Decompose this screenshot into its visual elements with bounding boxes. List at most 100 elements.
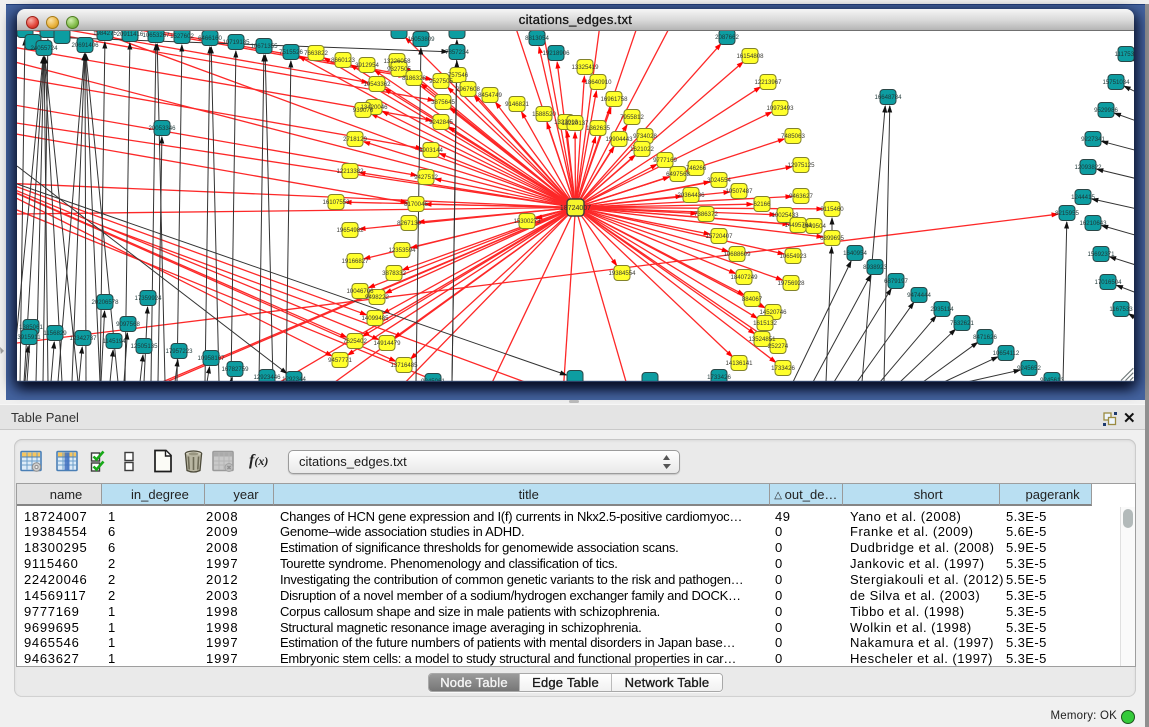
svg-text:2967608: 2967608 [456, 86, 480, 93]
svg-text:9227341: 9227341 [1081, 136, 1105, 143]
svg-text:18407249: 18407249 [730, 274, 758, 281]
svg-text:1984275: 1984275 [93, 31, 117, 37]
svg-text:8267130: 8267130 [397, 220, 421, 227]
svg-text:7632621: 7632621 [950, 320, 974, 327]
svg-text:12975125: 12975125 [787, 162, 815, 169]
svg-text:12213967: 12213967 [754, 79, 782, 86]
svg-text:9115460: 9115460 [820, 206, 844, 213]
svg-text:16053809: 16053809 [407, 36, 435, 43]
svg-text:24055724: 24055724 [30, 45, 58, 52]
svg-text:9245652: 9245652 [1017, 365, 1041, 372]
svg-text:3024554: 3024554 [707, 177, 731, 184]
svg-text:15751034: 15751034 [1102, 79, 1130, 86]
svg-text:8660123: 8660123 [331, 57, 355, 64]
svg-text:13220137: 13220137 [561, 120, 589, 127]
svg-text:9474444: 9474444 [907, 292, 931, 299]
svg-text:16961758: 16961758 [600, 96, 628, 103]
svg-text:17957223: 17957223 [165, 348, 193, 355]
svg-text:1615132: 1615132 [753, 320, 777, 327]
svg-text:6466160: 6466160 [198, 35, 222, 42]
svg-text:2935114: 2935114 [930, 306, 954, 313]
svg-text:20053346: 20053346 [148, 125, 176, 132]
svg-text:13716485: 13716485 [390, 362, 418, 369]
svg-text:8186328: 8186328 [402, 75, 426, 82]
svg-text:16648784: 16648784 [874, 94, 902, 101]
svg-text:9529986: 9529986 [1094, 107, 1118, 114]
svg-text:8813054: 8813054 [525, 35, 549, 42]
svg-text:14520746: 14520746 [759, 309, 787, 316]
svg-text:9777169: 9777169 [653, 157, 677, 164]
svg-text:10653267: 10653267 [142, 32, 170, 39]
svg-text:12093822: 12093822 [1074, 164, 1102, 171]
svg-text:16107553: 16107553 [322, 199, 350, 206]
svg-text:10025433: 10025433 [771, 212, 799, 219]
svg-text:6899695: 6899695 [820, 235, 844, 242]
svg-text:16210643: 16210643 [1079, 220, 1107, 227]
svg-text:14136141: 14136141 [725, 360, 753, 367]
svg-text:757546: 757546 [448, 72, 469, 79]
svg-text:19218906: 19218906 [542, 50, 570, 57]
svg-text:12505135: 12505135 [130, 343, 158, 350]
svg-text:884067: 884067 [742, 296, 763, 303]
svg-text:19654982: 19654982 [336, 227, 364, 234]
svg-text:10958107: 10958107 [197, 355, 225, 362]
svg-text:1156829: 1156829 [43, 330, 67, 337]
svg-text:12353594: 12353594 [388, 247, 416, 254]
svg-text:7386372: 7386372 [694, 211, 718, 218]
svg-text:7955812: 7955812 [620, 114, 644, 121]
svg-text:12213382: 12213382 [336, 168, 364, 175]
svg-text:8903144: 8903144 [419, 147, 443, 154]
svg-text:8170046: 8170046 [404, 201, 428, 208]
svg-text:3878332: 3878332 [382, 270, 406, 277]
svg-text:2087662: 2087662 [715, 34, 739, 41]
svg-text:9146821: 9146821 [505, 101, 529, 108]
svg-text:20911416: 20911416 [117, 31, 144, 38]
svg-text:2718129: 2718129 [343, 136, 367, 143]
svg-text:15692371: 15692371 [1087, 251, 1115, 258]
svg-text:13325419: 13325419 [571, 64, 599, 71]
svg-text:9097568: 9097568 [116, 321, 140, 328]
svg-text:15300273: 15300273 [513, 218, 541, 225]
svg-text:17359924: 17359924 [134, 295, 162, 302]
svg-text:9327505: 9327505 [387, 66, 411, 73]
svg-text:12342737: 12342737 [69, 335, 97, 342]
svg-text:1733426: 1733426 [707, 374, 731, 381]
svg-text:19166827: 19166827 [341, 258, 369, 265]
svg-text:1588520: 1588520 [532, 111, 556, 118]
svg-text:9734028: 9734028 [633, 133, 657, 140]
svg-text:17016504: 17016504 [1094, 279, 1122, 286]
svg-text:10507487: 10507487 [725, 188, 753, 195]
svg-text:1244415: 1244415 [1071, 194, 1095, 201]
svg-text:13524851: 13524851 [748, 336, 776, 343]
svg-text:1449504: 1449504 [802, 223, 826, 230]
svg-text:1362635: 1362635 [586, 125, 610, 132]
svg-text:1527602: 1527602 [170, 33, 194, 40]
svg-text:10671355: 10671355 [250, 43, 278, 50]
svg-text:7625402: 7625402 [343, 338, 367, 345]
svg-text:13226058: 13226058 [383, 58, 411, 65]
svg-text:1167533: 1167533 [1109, 306, 1133, 313]
svg-text:20206578: 20206578 [91, 299, 119, 306]
svg-text:18640910: 18640910 [584, 79, 612, 86]
svg-text:9463627: 9463627 [789, 193, 813, 200]
svg-text:9457771: 9457771 [328, 357, 352, 364]
svg-text:9242845: 9242845 [429, 119, 453, 126]
svg-text:62166: 62166 [754, 201, 772, 208]
svg-text:12923446: 12923446 [253, 374, 281, 381]
svg-text:1145194: 1145194 [102, 338, 126, 345]
svg-text:1385061: 1385061 [19, 324, 43, 331]
svg-text:14099485: 14099485 [361, 315, 389, 322]
svg-text:6497568: 6497568 [666, 171, 690, 178]
svg-text:7485063: 7485063 [781, 133, 805, 140]
svg-text:10719185: 10719185 [222, 39, 250, 46]
svg-text:7515526: 7515526 [279, 49, 303, 56]
svg-text:1640954: 1640954 [843, 250, 867, 257]
svg-text:10973493: 10973493 [766, 105, 794, 112]
svg-text:3915911: 3915911 [17, 334, 41, 341]
svg-text:3912954: 3912954 [355, 62, 379, 69]
svg-text:10543362: 10543362 [363, 81, 391, 88]
svg-text:8454749: 8454749 [478, 92, 502, 99]
svg-text:8471626: 8471626 [973, 334, 997, 341]
svg-text:252274: 252274 [768, 343, 789, 350]
svg-text:16782759: 16782759 [221, 366, 249, 373]
